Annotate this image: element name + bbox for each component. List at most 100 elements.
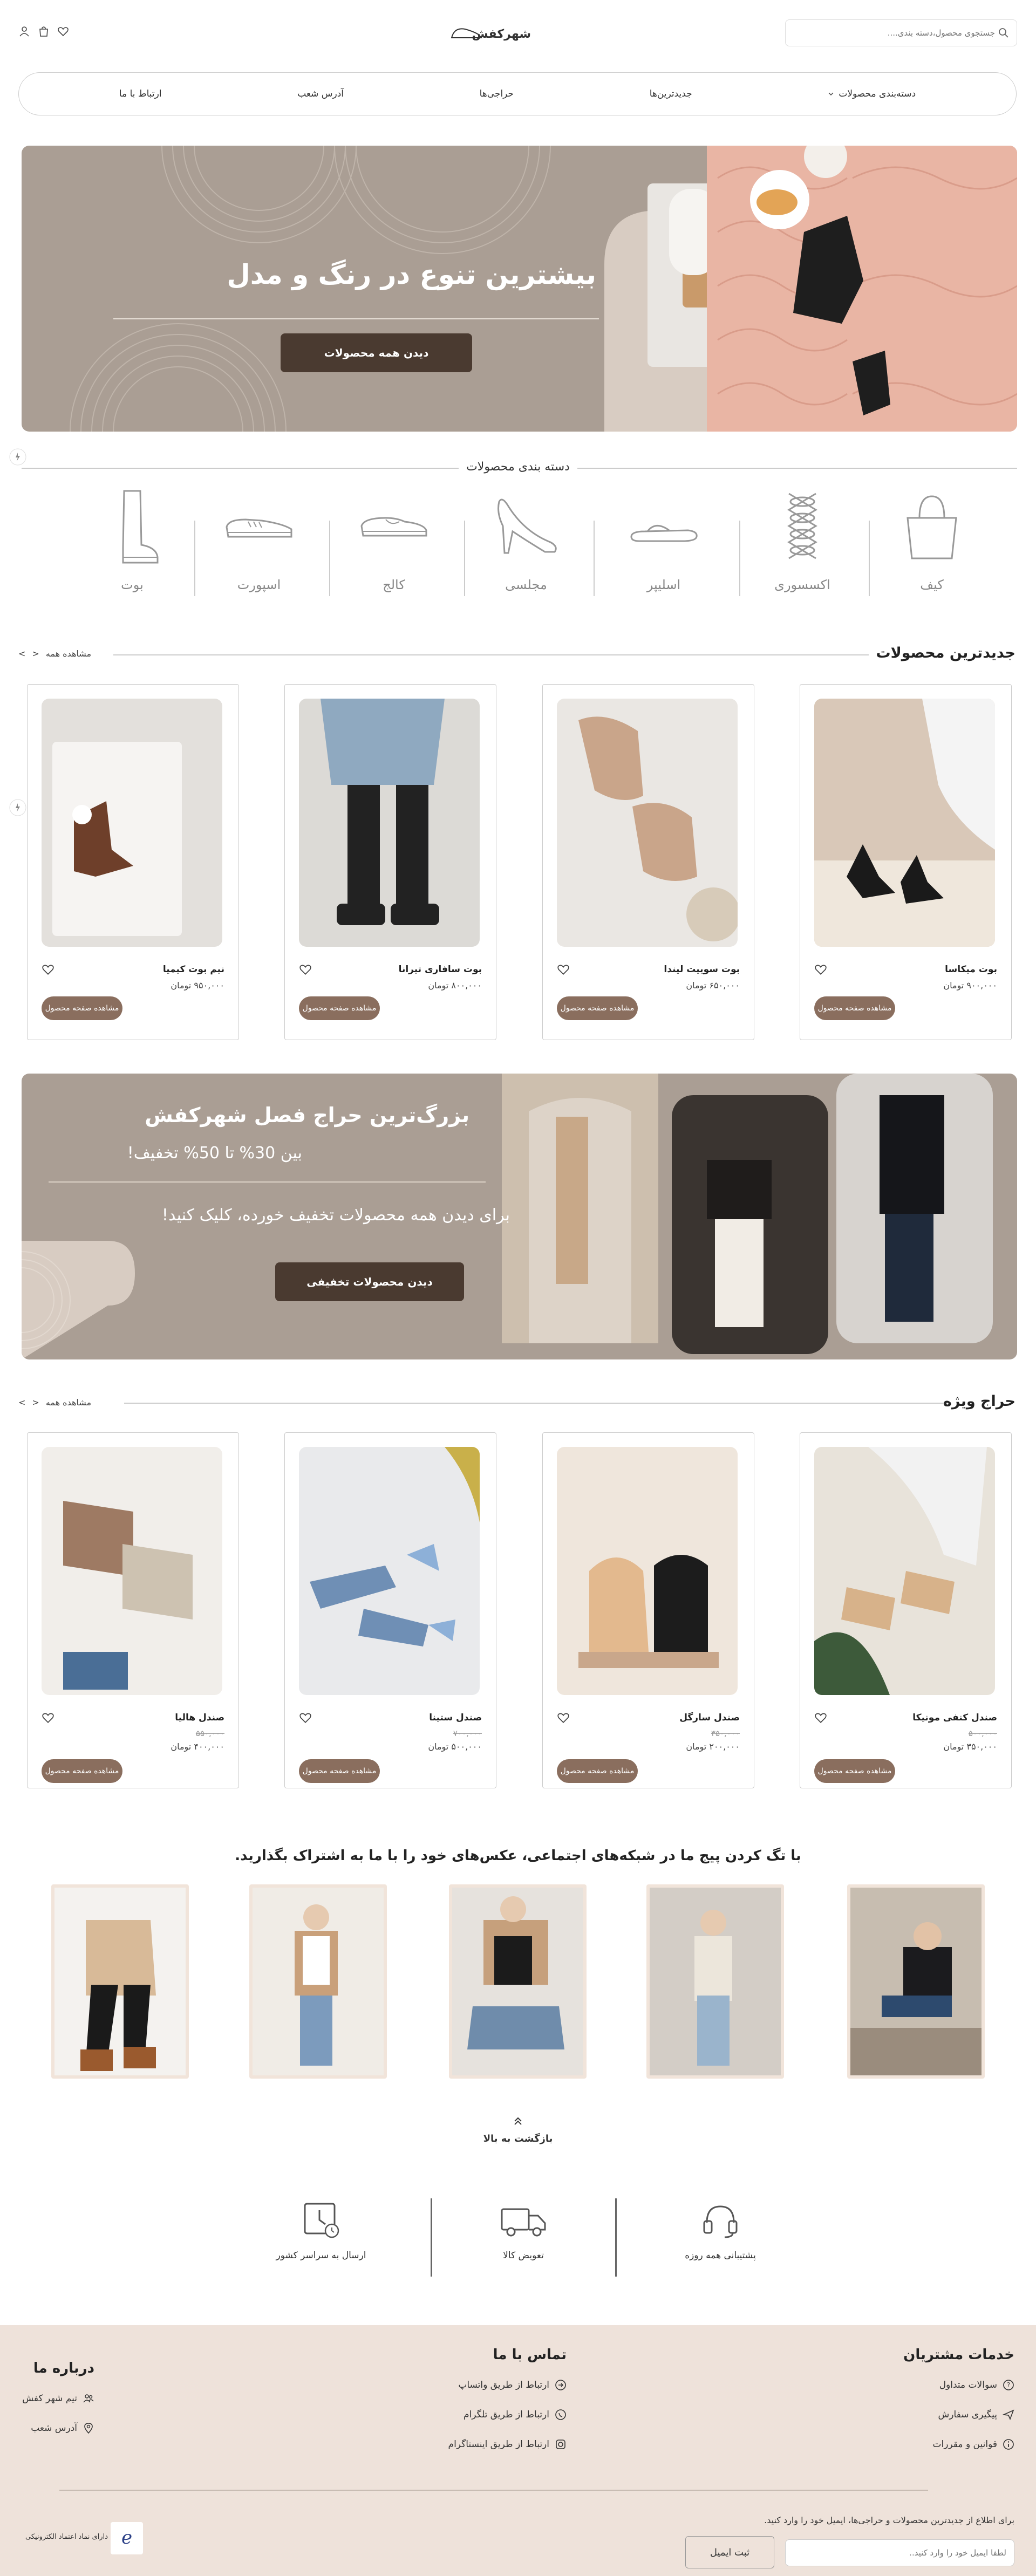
footer-link-address[interactable]: آدرس شعب — [31, 2422, 94, 2434]
chevron-right-icon[interactable]: > — [32, 648, 39, 659]
view-product-button[interactable]: مشاهده صفحه محصول — [814, 1759, 895, 1783]
chevron-right-icon[interactable]: > — [32, 1397, 39, 1407]
footer-link-instagram[interactable]: ارتباط از طریق اینستاگرام — [448, 2438, 567, 2450]
heart-icon[interactable] — [557, 1711, 570, 1724]
product-card[interactable]: صندل هالیا ۵۵۰,۰۰۰ ۴۰۰,۰۰۰ تومان مشاهده … — [27, 1432, 239, 1788]
product-card[interactable]: بوت سوییت لیندا ۶۵۰,۰۰۰ تومان مشاهده صفح… — [542, 684, 754, 1040]
product-image[interactable] — [299, 1447, 480, 1695]
product-price: ۴۰۰,۰۰۰ تومان — [171, 1741, 224, 1752]
divider — [113, 654, 869, 655]
back-to-top[interactable]: بازگشت به بالا — [0, 2115, 1036, 2144]
heart-icon[interactable] — [299, 963, 312, 976]
chevron-left-icon[interactable]: < — [18, 648, 25, 659]
special-sale-view-all[interactable]: < > مشاهده همه — [18, 1397, 91, 1407]
product-price: ۸۰۰,۰۰۰ تومان — [428, 980, 482, 990]
divider — [739, 521, 740, 596]
nav-item-branches[interactable]: آدرس شعب — [297, 88, 344, 99]
search-icon — [999, 28, 1008, 38]
product-card[interactable]: صندل ستینا ۷۰۰,۰۰۰ ۵۰۰,۰۰۰ تومان مشاهده … — [284, 1432, 496, 1788]
category-boot[interactable] — [84, 488, 181, 571]
logo[interactable]: شهرکفش — [449, 22, 535, 44]
hero-view-all-button[interactable]: دیدن همه محصولات — [281, 333, 472, 372]
footer-link-faq[interactable]: ? سوالات متداول — [939, 2379, 1014, 2391]
product-image[interactable] — [557, 1447, 738, 1695]
svg-text:e: e — [121, 2527, 132, 2548]
heart-icon[interactable] — [57, 25, 69, 37]
email-input[interactable] — [786, 2540, 1014, 2566]
heart-icon[interactable] — [814, 1711, 827, 1724]
divider — [615, 2198, 617, 2277]
product-card[interactable]: بوت میکاسا ۹۰۰,۰۰۰ تومان مشاهده صفحه محص… — [800, 684, 1012, 1040]
search-bar[interactable] — [785, 19, 1017, 46]
submit-email-button[interactable]: ثبت ایمیل — [685, 2536, 774, 2568]
sale-products-button[interactable]: دیدن محصولات تخفیفی — [275, 1262, 464, 1301]
footer-link-whatsapp[interactable]: ارتباط از طریق واتساپ — [458, 2379, 567, 2391]
category-slipper[interactable] — [615, 488, 712, 571]
back-to-top-label[interactable]: بازگشت به بالا — [0, 2133, 1036, 2144]
product-card[interactable]: بوت سافاری تیرانا ۸۰۰,۰۰۰ تومان مشاهده ص… — [284, 684, 496, 1040]
product-image[interactable] — [814, 699, 995, 947]
user-icon[interactable] — [18, 25, 30, 37]
calendar-clock-icon — [304, 2203, 339, 2238]
truck-icon — [501, 2208, 546, 2237]
product-image[interactable] — [42, 699, 222, 947]
social-image[interactable] — [847, 1884, 985, 2079]
product-card[interactable]: نیم بوت کیمیا ۹۵۰,۰۰۰ تومان مشاهده صفحه … — [27, 684, 239, 1040]
product-image[interactable] — [299, 699, 480, 947]
view-product-button[interactable]: مشاهده صفحه محصول — [299, 996, 380, 1020]
footer-about-title: درباره ما — [33, 2360, 94, 2376]
view-product-button[interactable]: مشاهده صفحه محصول — [557, 1759, 638, 1783]
social-image[interactable] — [646, 1884, 784, 2079]
view-product-button[interactable]: مشاهده صفحه محصول — [557, 996, 638, 1020]
nav-item-sales[interactable]: حراجی‌ها — [480, 88, 514, 99]
product-card[interactable]: صندل کنفی مونیکا ۵۰۰,۰۰۰ ۳۵۰,۰۰۰ تومان م… — [800, 1432, 1012, 1788]
heart-icon[interactable] — [814, 963, 827, 976]
footer-link-telegram[interactable]: ارتباط از طریق تلگرام — [464, 2409, 567, 2421]
search-input[interactable] — [786, 20, 1017, 46]
chevron-up-icon[interactable] — [512, 2115, 524, 2128]
service-label: ارسال به سراسر کشور — [276, 2250, 366, 2261]
newest-view-all[interactable]: < > مشاهده همه — [18, 648, 91, 659]
category-formal[interactable] — [478, 488, 575, 571]
social-image[interactable] — [449, 1884, 587, 2079]
product-old-price: ۵۵۰,۰۰۰ — [195, 1728, 224, 1738]
category-college[interactable] — [345, 488, 442, 571]
category-accessory[interactable] — [754, 488, 851, 571]
team-icon — [83, 2394, 94, 2403]
service-item: تعویض کالا — [453, 2198, 594, 2261]
accessibility-icon[interactable] — [9, 448, 27, 466]
nav-item-newest[interactable]: جدیدترین‌ها — [650, 88, 692, 99]
social-image[interactable] — [249, 1884, 387, 2079]
heart-icon[interactable] — [557, 963, 570, 976]
chevron-left-icon[interactable]: < — [18, 1397, 25, 1407]
view-all-link[interactable]: مشاهده همه — [46, 648, 91, 659]
view-product-button[interactable]: مشاهده صفحه محصول — [42, 996, 122, 1020]
footer-link-rules[interactable]: قوانین و مقررات — [933, 2438, 1014, 2450]
footer-link-tracking[interactable]: پیگیری سفارش — [938, 2409, 1014, 2421]
footer: خدمات مشتریان ? سوالات متداول پیگیری سفا… — [0, 2325, 1036, 2576]
view-all-link[interactable]: مشاهده همه — [46, 1397, 91, 1407]
cart-icon[interactable] — [38, 25, 50, 37]
view-product-button[interactable]: مشاهده صفحه محصول — [814, 996, 895, 1020]
email-field[interactable] — [785, 2539, 1014, 2566]
nav-item-categories[interactable]: دسته‌بندی محصولات — [828, 88, 916, 99]
heart-icon[interactable] — [299, 1711, 312, 1724]
service-label: تعویض کالا — [503, 2250, 544, 2261]
product-image[interactable] — [557, 699, 738, 947]
social-image[interactable] — [51, 1884, 189, 2079]
category-bag[interactable] — [883, 488, 980, 571]
view-product-button[interactable]: مشاهده صفحه محصول — [42, 1759, 122, 1783]
footer-link-team[interactable]: تیم شهر کفش — [22, 2393, 94, 2404]
accessibility-icon[interactable] — [9, 798, 27, 817]
heart-icon[interactable] — [42, 963, 54, 976]
product-card[interactable]: صندل سارگل ۳۵۰,۰۰۰ ۲۰۰,۰۰۰ تومان مشاهده … — [542, 1432, 754, 1788]
enamad-badge[interactable]: e — [111, 2522, 143, 2554]
category-sport[interactable] — [210, 488, 308, 571]
nav-item-contact[interactable]: ارتباط با ما — [119, 88, 162, 99]
heart-icon[interactable] — [42, 1711, 54, 1724]
product-image[interactable] — [814, 1447, 995, 1695]
footer-customer-services-title: خدمات مشتریان — [903, 2347, 1014, 2363]
product-image[interactable] — [42, 1447, 222, 1695]
view-product-button[interactable]: مشاهده صفحه محصول — [299, 1759, 380, 1783]
sale-title: بزرگ‌ترین حراج فصل شهرکفش — [145, 1103, 469, 1127]
